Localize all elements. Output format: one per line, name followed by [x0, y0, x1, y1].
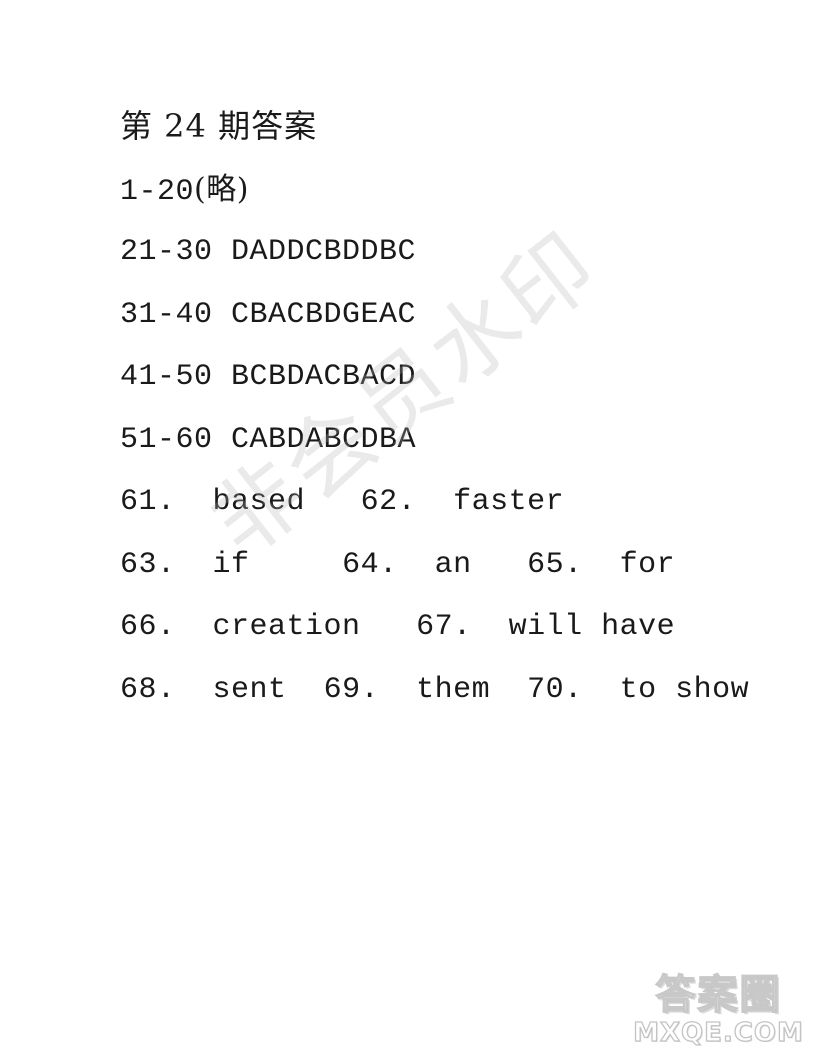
- answer: will have: [508, 610, 676, 644]
- question-range: 41-50: [120, 360, 213, 394]
- answer: an: [434, 548, 472, 582]
- question-number: 67.: [416, 610, 472, 644]
- answer: them: [416, 673, 491, 707]
- answer: for: [619, 548, 676, 582]
- fill-in-line-63-65: 63. if 64. an 65. for: [120, 547, 675, 583]
- question-range: 21-30: [120, 235, 213, 269]
- page-title: 第 24 期答案: [120, 107, 318, 145]
- site-logo: 答案圈 MXQE.COM: [631, 971, 806, 1048]
- answers: CBACBDGEAC: [231, 298, 417, 332]
- answer-sheet-page: 第 24 期答案 1-20(略) 21-30 DADDCBDDBC 31-40 …: [0, 0, 816, 1056]
- fill-in-line-61-62: 61. based 62. faster: [120, 484, 564, 520]
- question-number: 64.: [342, 548, 398, 582]
- question-number: 66.: [120, 610, 176, 644]
- answer: sent: [212, 673, 287, 707]
- answer-line-21-30: 21-30 DADDCBDDBC: [120, 234, 416, 270]
- answer: based: [212, 485, 306, 519]
- answer: to show: [619, 673, 750, 707]
- answer: if: [212, 548, 250, 582]
- answer-line-51-60: 51-60 CABDABCDBA: [120, 422, 416, 458]
- question-number: 68.: [120, 673, 176, 707]
- answer: faster: [453, 485, 565, 519]
- question-number: 65.: [527, 548, 583, 582]
- logo-domain-text: MXQE.COM: [632, 1017, 804, 1048]
- answer-line-1-20: 1-20(略): [120, 172, 249, 210]
- answer-line-31-40: 31-40 CBACBDGEAC: [120, 297, 416, 333]
- fill-in-line-68-70: 68. sent 69. them 70. to show: [120, 672, 749, 708]
- answer: creation: [212, 610, 361, 644]
- question-number: 70.: [527, 673, 583, 707]
- answers: CABDABCDBA: [231, 423, 417, 457]
- question-number: 61.: [120, 485, 176, 519]
- logo-chinese-text: 答案圈: [655, 971, 782, 1019]
- answers: DADDCBDDBC: [231, 235, 417, 269]
- question-range: 51-60: [120, 423, 213, 457]
- fill-in-line-66-67: 66. creation 67. will have: [120, 609, 675, 645]
- question-range: 1-20: [120, 175, 195, 209]
- question-number: 62.: [360, 485, 417, 519]
- question-number: 69.: [323, 673, 380, 707]
- question-number: 63.: [120, 548, 176, 582]
- answers: BCBDACBACD: [231, 360, 417, 394]
- answer-line-41-50: 41-50 BCBDACBACD: [120, 359, 416, 395]
- question-range: 31-40: [120, 298, 213, 332]
- answers: (略): [194, 172, 249, 207]
